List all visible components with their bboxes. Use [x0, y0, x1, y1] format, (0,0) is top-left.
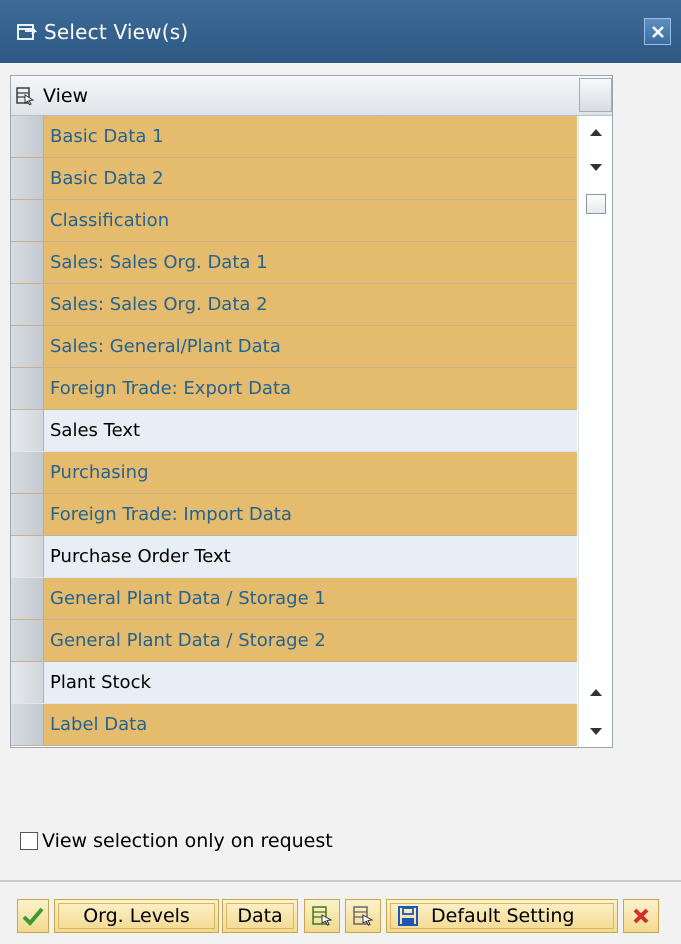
page-down-button[interactable]	[588, 724, 604, 740]
table-row[interactable]: Sales: General/Plant Data	[11, 326, 577, 368]
view-label: Basic Data 1	[50, 126, 164, 147]
table-rows: Basic Data 1 Basic Data 2 Classification Sa…	[11, 116, 577, 746]
dialog-titlebar: Select View(s)	[0, 0, 681, 63]
select-all-button[interactable]	[304, 899, 340, 933]
row-selector[interactable]	[11, 368, 44, 409]
org-levels-button[interactable]: Org. Levels	[54, 899, 219, 933]
row-selector[interactable]	[11, 242, 44, 283]
table-row[interactable]: Sales Text	[11, 410, 577, 452]
close-icon	[651, 25, 664, 38]
table-row[interactable]: Purchase Order Text	[11, 536, 577, 578]
save-icon	[398, 906, 418, 926]
row-selector[interactable]	[11, 578, 44, 619]
view-label: Foreign Trade: Export Data	[50, 378, 292, 399]
view-selection-label: View selection only on request	[42, 830, 333, 852]
dialog-title: Select View(s)	[44, 19, 189, 44]
row-selector[interactable]	[11, 662, 44, 703]
default-setting-button[interactable]: Default Setting	[386, 899, 618, 933]
row-selector[interactable]	[11, 158, 44, 199]
scroll-thumb[interactable]	[586, 194, 606, 214]
row-selector[interactable]	[11, 704, 44, 745]
table-header: View	[11, 76, 612, 116]
page-down-icon	[590, 728, 602, 735]
default-setting-label: Default Setting	[431, 905, 575, 927]
data-button[interactable]: Data	[222, 899, 298, 933]
close-button[interactable]	[644, 18, 671, 45]
view-label: Purchase Order Text	[50, 546, 231, 567]
table-row[interactable]: Foreign Trade: Export Data	[11, 368, 577, 410]
org-levels-label: Org. Levels	[83, 905, 190, 927]
row-selector[interactable]	[11, 116, 44, 157]
column-select-icon[interactable]	[15, 86, 35, 106]
table-row[interactable]: Sales: Sales Org. Data 1	[11, 242, 577, 284]
confirm-button[interactable]	[17, 899, 49, 933]
table-row[interactable]: Basic Data 2	[11, 158, 577, 200]
view-label: Label Data	[50, 714, 148, 735]
dialog-toolbar: Org. Levels Data Default Setting	[0, 880, 681, 944]
table-row[interactable]: Classification	[11, 200, 577, 242]
scroll-down-icon	[590, 164, 602, 171]
view-label: Sales: Sales Org. Data 2	[50, 294, 268, 315]
vertical-scrollbar[interactable]	[578, 116, 612, 747]
view-label: Sales Text	[50, 420, 141, 441]
table-row[interactable]: Label Data	[11, 704, 577, 746]
row-selector[interactable]	[11, 326, 44, 367]
page-up-button[interactable]	[588, 684, 604, 700]
view-label: Foreign Trade: Import Data	[50, 504, 292, 525]
row-selector[interactable]	[11, 200, 44, 241]
view-label: Classification	[50, 210, 170, 231]
row-selector[interactable]	[11, 494, 44, 535]
view-table: View Basic Data 1 Basic Data 2 Classificat…	[10, 75, 613, 748]
row-selector[interactable]	[11, 536, 44, 577]
row-selector[interactable]	[11, 284, 44, 325]
view-label: Plant Stock	[50, 672, 151, 693]
table-row[interactable]: Foreign Trade: Import Data	[11, 494, 577, 536]
deselect-all-button[interactable]	[345, 899, 381, 933]
row-selector[interactable]	[11, 410, 44, 451]
scroll-up-button[interactable]	[588, 124, 604, 140]
view-label: General Plant Data / Storage 1	[50, 588, 326, 609]
table-row[interactable]: Basic Data 1	[11, 116, 577, 158]
page-up-icon	[590, 689, 602, 696]
view-label: Purchasing	[50, 462, 149, 483]
table-row[interactable]: General Plant Data / Storage 1	[11, 578, 577, 620]
column-settings-button[interactable]	[579, 78, 612, 112]
row-selector[interactable]	[11, 452, 44, 493]
scroll-up-icon	[590, 129, 602, 136]
table-row[interactable]: Purchasing	[11, 452, 577, 494]
checkmark-icon	[22, 907, 44, 926]
deselect-all-icon	[353, 906, 374, 926]
view-label: Sales: General/Plant Data	[50, 336, 281, 357]
table-row[interactable]: Plant Stock	[11, 662, 577, 704]
cancel-icon	[633, 908, 649, 924]
row-selector[interactable]	[11, 620, 44, 661]
scroll-down-button[interactable]	[588, 160, 604, 176]
view-selection-checkbox[interactable]	[20, 832, 38, 850]
view-label: Basic Data 2	[50, 168, 164, 189]
table-row[interactable]: General Plant Data / Storage 2	[11, 620, 577, 662]
view-label: General Plant Data / Storage 2	[50, 630, 326, 651]
table-row[interactable]: Sales: Sales Org. Data 2	[11, 284, 577, 326]
select-view-icon	[17, 23, 38, 40]
column-header-view[interactable]: View	[43, 85, 88, 107]
view-selection-on-request[interactable]: View selection only on request	[20, 830, 333, 852]
view-label: Sales: Sales Org. Data 1	[50, 252, 268, 273]
select-all-icon	[312, 906, 333, 926]
data-label: Data	[237, 905, 283, 927]
cancel-button[interactable]	[623, 899, 659, 933]
